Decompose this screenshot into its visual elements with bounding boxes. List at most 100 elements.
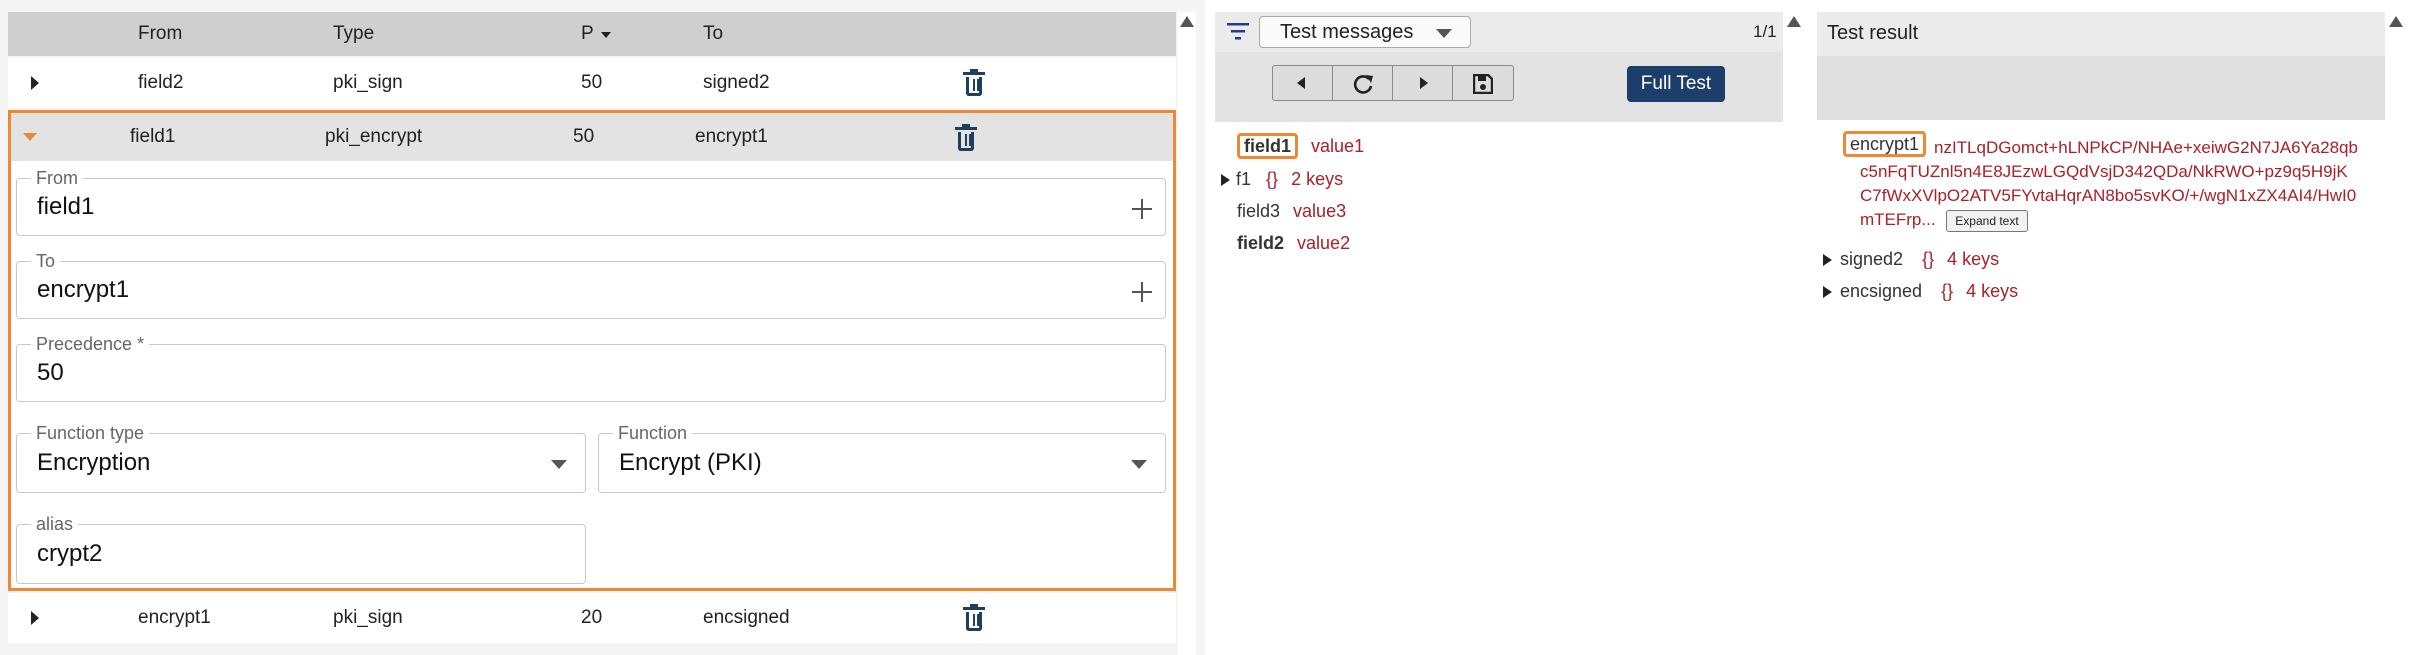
object-braces: {} (1266, 169, 1279, 189)
from-field[interactable]: From field1 (16, 167, 1166, 236)
encrypted-value-cont: c5nFqTUZnl5n4E8JEzwLGQdVsjD342QDa/NkRWO+… (1860, 160, 2356, 232)
message-entry[interactable]: field3 value3 (1237, 200, 1346, 222)
function-value: Encrypt (PKI) (619, 449, 762, 476)
expand-arrow-icon[interactable] (1823, 254, 1832, 267)
dropdown-label: Test messages (1280, 21, 1414, 43)
to-value[interactable]: encrypt1 (37, 276, 129, 304)
header-to[interactable]: To (703, 12, 723, 56)
test-messages-header: Test messages 1/1 (1215, 12, 1783, 52)
message-key: field3 (1237, 201, 1281, 221)
header-from[interactable]: From (138, 12, 182, 56)
sort-desc-icon[interactable] (601, 32, 611, 38)
message-entry[interactable]: field1 value1 (1237, 133, 1365, 159)
row-to: encrypt1 (695, 126, 768, 147)
table-row[interactable]: encrypt1 pki_sign 20 encsigned (8, 593, 1176, 643)
test-result-title: Test result (1827, 22, 1919, 44)
row-precedence: 20 (581, 607, 603, 628)
row-from: encrypt1 (138, 607, 211, 628)
to-label: To (31, 250, 61, 272)
object-summary: 4 keys (1966, 281, 2019, 301)
trash-icon[interactable] (963, 69, 985, 97)
save-icon (1473, 74, 1493, 94)
full-test-button[interactable]: Full Test (1627, 66, 1725, 102)
refresh-icon (1353, 75, 1373, 94)
precedence-value[interactable]: 50 (37, 359, 64, 387)
scrollbar[interactable] (1178, 12, 1196, 655)
save-button[interactable] (1453, 66, 1513, 100)
row-from: field1 (130, 126, 176, 147)
trash-icon[interactable] (955, 124, 977, 152)
add-icon[interactable] (1132, 199, 1152, 219)
scroll-up-icon[interactable] (1180, 16, 1194, 27)
scrollbar[interactable] (1785, 12, 1803, 655)
header-type[interactable]: Type (333, 12, 374, 56)
dropdown-caret-icon[interactable] (1131, 460, 1147, 469)
table-row[interactable]: field2 pki_sign 50 signed2 (8, 58, 1176, 108)
row-to: encsigned (703, 607, 790, 628)
expand-text-button[interactable]: Expand text (1946, 209, 2028, 232)
message-entry[interactable]: field2 value2 (1237, 232, 1350, 254)
test-messages-dropdown[interactable]: Test messages (1259, 16, 1471, 48)
test-message-tree: field1 value1 f1 {} 2 keys field3 value3… (1215, 122, 1783, 655)
function-select[interactable]: Function Encrypt (PKI) (598, 422, 1166, 493)
page-counter: 1/1 (1753, 22, 1777, 41)
table-row-selected[interactable]: field1 pki_encrypt 50 encrypt1 (11, 113, 1173, 161)
expand-arrow-icon[interactable] (1823, 286, 1832, 299)
dropdown-caret-icon[interactable] (551, 460, 567, 469)
expand-arrow-icon[interactable] (31, 76, 39, 90)
collapse-arrow-icon[interactable] (23, 133, 37, 141)
message-key: field1 (1237, 133, 1299, 159)
to-field[interactable]: To encrypt1 (16, 250, 1166, 319)
add-icon[interactable] (1132, 282, 1152, 302)
filter-icon[interactable] (1227, 22, 1249, 40)
previous-button[interactable] (1273, 66, 1333, 100)
from-value[interactable]: field1 (37, 193, 94, 221)
scroll-up-icon[interactable] (1787, 16, 1801, 27)
function-type-value: Encryption (37, 449, 151, 476)
next-icon (1420, 77, 1428, 89)
button-group (1272, 65, 1514, 101)
function-label: Function (613, 422, 693, 444)
result-entry[interactable]: signed2 {} 4 keys (1823, 248, 1999, 270)
next-button[interactable] (1393, 66, 1453, 100)
test-toolbar: Full Test (1215, 52, 1783, 122)
message-entry[interactable]: f1 {} 2 keys (1221, 168, 1343, 190)
message-key: field2 (1237, 233, 1285, 253)
test-result-header: Test result (1817, 12, 2385, 56)
expand-arrow-icon[interactable] (1221, 174, 1230, 187)
message-value: value3 (1293, 201, 1347, 221)
expanded-rule-editor: field1 pki_encrypt 50 encrypt1 From fiel… (8, 110, 1176, 591)
precedence-field[interactable]: Precedence * 50 (16, 333, 1166, 402)
row-type: pki_encrypt (325, 126, 423, 147)
scroll-up-icon[interactable] (2389, 16, 2403, 27)
expand-arrow-icon[interactable] (31, 611, 39, 625)
encrypted-line: C7fWxXVlpO2ATV5FYvtaHqrAN8bo5svKO/+/wgN1… (1860, 186, 2357, 205)
result-key: signed2 (1840, 249, 1904, 269)
object-braces: {} (1922, 249, 1935, 269)
row-to: signed2 (703, 72, 770, 93)
object-summary: 2 keys (1291, 169, 1344, 189)
test-result-panel: Test result encrypt1 nzITLqDGomct+hLNPkC… (1817, 12, 2385, 655)
result-entry[interactable]: encsigned {} 4 keys (1823, 280, 2018, 302)
encrypted-value: nzITLqDGomct+hLNPkCP/NHAe+xeiwG2N7JA6Ya2… (1934, 136, 2358, 160)
alias-value[interactable]: crypt2 (37, 540, 102, 568)
scrollbar[interactable] (2387, 12, 2405, 655)
row-from: field2 (138, 72, 184, 93)
object-summary: 4 keys (1947, 249, 2000, 269)
header-precedence[interactable]: P (581, 12, 594, 56)
result-entry[interactable]: encrypt1 (1843, 131, 1927, 157)
alias-field[interactable]: alias crypt2 (16, 513, 586, 584)
message-key: f1 (1236, 169, 1252, 189)
message-value: value2 (1297, 233, 1351, 253)
message-value: value1 (1311, 136, 1365, 156)
function-type-select[interactable]: Function type Encryption (16, 422, 586, 493)
trash-icon[interactable] (963, 604, 985, 632)
row-precedence: 50 (573, 126, 595, 147)
from-label: From (31, 167, 83, 189)
precedence-label: Precedence * (31, 333, 150, 355)
encrypted-line: nzITLqDGomct+hLNPkCP/NHAe+xeiwG2N7JA6Ya2… (1934, 138, 2358, 157)
alias-label: alias (31, 513, 79, 535)
refresh-button[interactable] (1333, 66, 1393, 100)
test-messages-panel: Test messages 1/1 Full Test field1 value… (1215, 12, 1783, 655)
function-type-label: Function type (31, 422, 150, 444)
